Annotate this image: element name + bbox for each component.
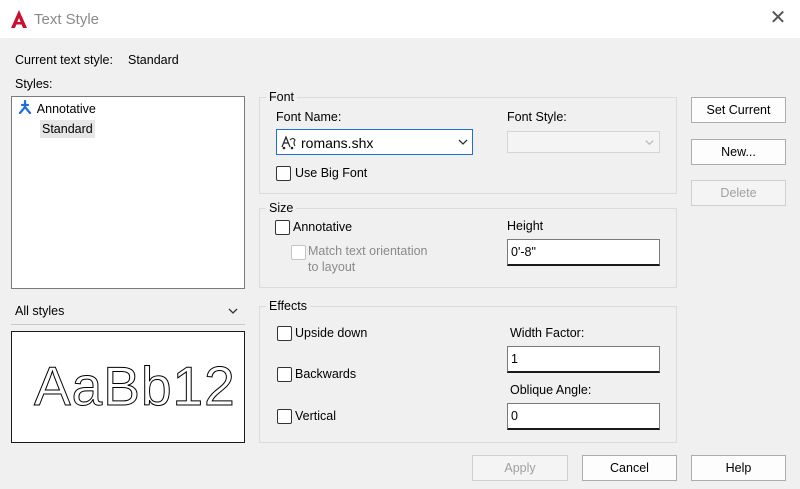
delete-button[interactable]: Delete bbox=[691, 180, 786, 206]
annotative-checkbox[interactable] bbox=[275, 220, 290, 235]
list-item-standard[interactable]: Standard bbox=[14, 119, 95, 139]
use-big-font-checkbox[interactable] bbox=[276, 166, 291, 181]
oblique-angle-input[interactable]: 0 bbox=[507, 403, 660, 430]
width-factor-label: Width Factor: bbox=[510, 326, 585, 340]
preview-text: AaBb12 bbox=[34, 355, 236, 418]
height-input[interactable]: 0'-8" bbox=[507, 239, 660, 266]
vertical-checkbox[interactable] bbox=[277, 409, 292, 424]
help-button[interactable]: Help bbox=[691, 455, 786, 481]
annotative-icon bbox=[18, 99, 34, 120]
match-orientation-label-2: to layout bbox=[308, 260, 356, 274]
font-group-title: Font bbox=[266, 90, 298, 104]
apply-button[interactable]: Apply bbox=[472, 455, 568, 481]
cancel-button[interactable]: Cancel bbox=[582, 455, 677, 481]
styles-label: Styles: bbox=[15, 77, 53, 91]
close-icon[interactable]: ✕ bbox=[766, 6, 790, 30]
size-group-title: Size bbox=[266, 201, 297, 215]
backwards-checkbox[interactable] bbox=[277, 367, 292, 382]
match-orientation-checkbox[interactable] bbox=[291, 245, 306, 260]
autocad-a-icon bbox=[10, 9, 28, 29]
upside-down-label: Upside down bbox=[295, 326, 368, 340]
title-bar bbox=[0, 0, 800, 38]
backwards-label: Backwards bbox=[295, 367, 357, 381]
upside-down-checkbox[interactable] bbox=[277, 326, 292, 341]
vertical-label: Vertical bbox=[295, 409, 336, 423]
oblique-angle-label: Oblique Angle: bbox=[510, 383, 592, 397]
styles-filter-select[interactable]: All styles bbox=[11, 300, 245, 325]
effects-group-title: Effects bbox=[266, 299, 310, 313]
styles-filter-value: All styles bbox=[15, 304, 65, 318]
window-title: Text Style bbox=[34, 11, 100, 28]
shx-font-icon bbox=[280, 134, 298, 153]
use-big-font-label: Use Big Font bbox=[295, 166, 368, 180]
new-button[interactable]: New... bbox=[691, 139, 786, 165]
list-item-label: Standard bbox=[40, 120, 95, 138]
styles-list[interactable]: Annotative Standard bbox=[11, 96, 245, 289]
current-style-value: Standard bbox=[128, 53, 179, 67]
current-style-label: Current text style: bbox=[15, 53, 113, 67]
font-style-select[interactable] bbox=[507, 131, 660, 153]
width-factor-input[interactable]: 1 bbox=[507, 346, 660, 373]
annotative-label: Annotative bbox=[293, 220, 353, 234]
chevron-down-icon bbox=[227, 305, 239, 320]
font-name-label: Font Name: bbox=[276, 110, 342, 124]
chevron-down-icon bbox=[644, 137, 655, 151]
list-item-label: Annotative bbox=[36, 102, 96, 116]
style-preview: AaBb12 bbox=[11, 331, 245, 443]
height-label: Height bbox=[507, 219, 544, 233]
font-name-select[interactable]: romans.shx bbox=[276, 129, 473, 155]
set-current-button[interactable]: Set Current bbox=[691, 97, 786, 123]
match-orientation-label-1: Match text orientation bbox=[308, 244, 428, 258]
chevron-down-icon bbox=[457, 136, 469, 151]
font-style-label: Font Style: bbox=[507, 110, 567, 124]
font-name-value: romans.shx bbox=[301, 135, 374, 151]
list-item-annotative[interactable]: Annotative bbox=[14, 99, 246, 119]
